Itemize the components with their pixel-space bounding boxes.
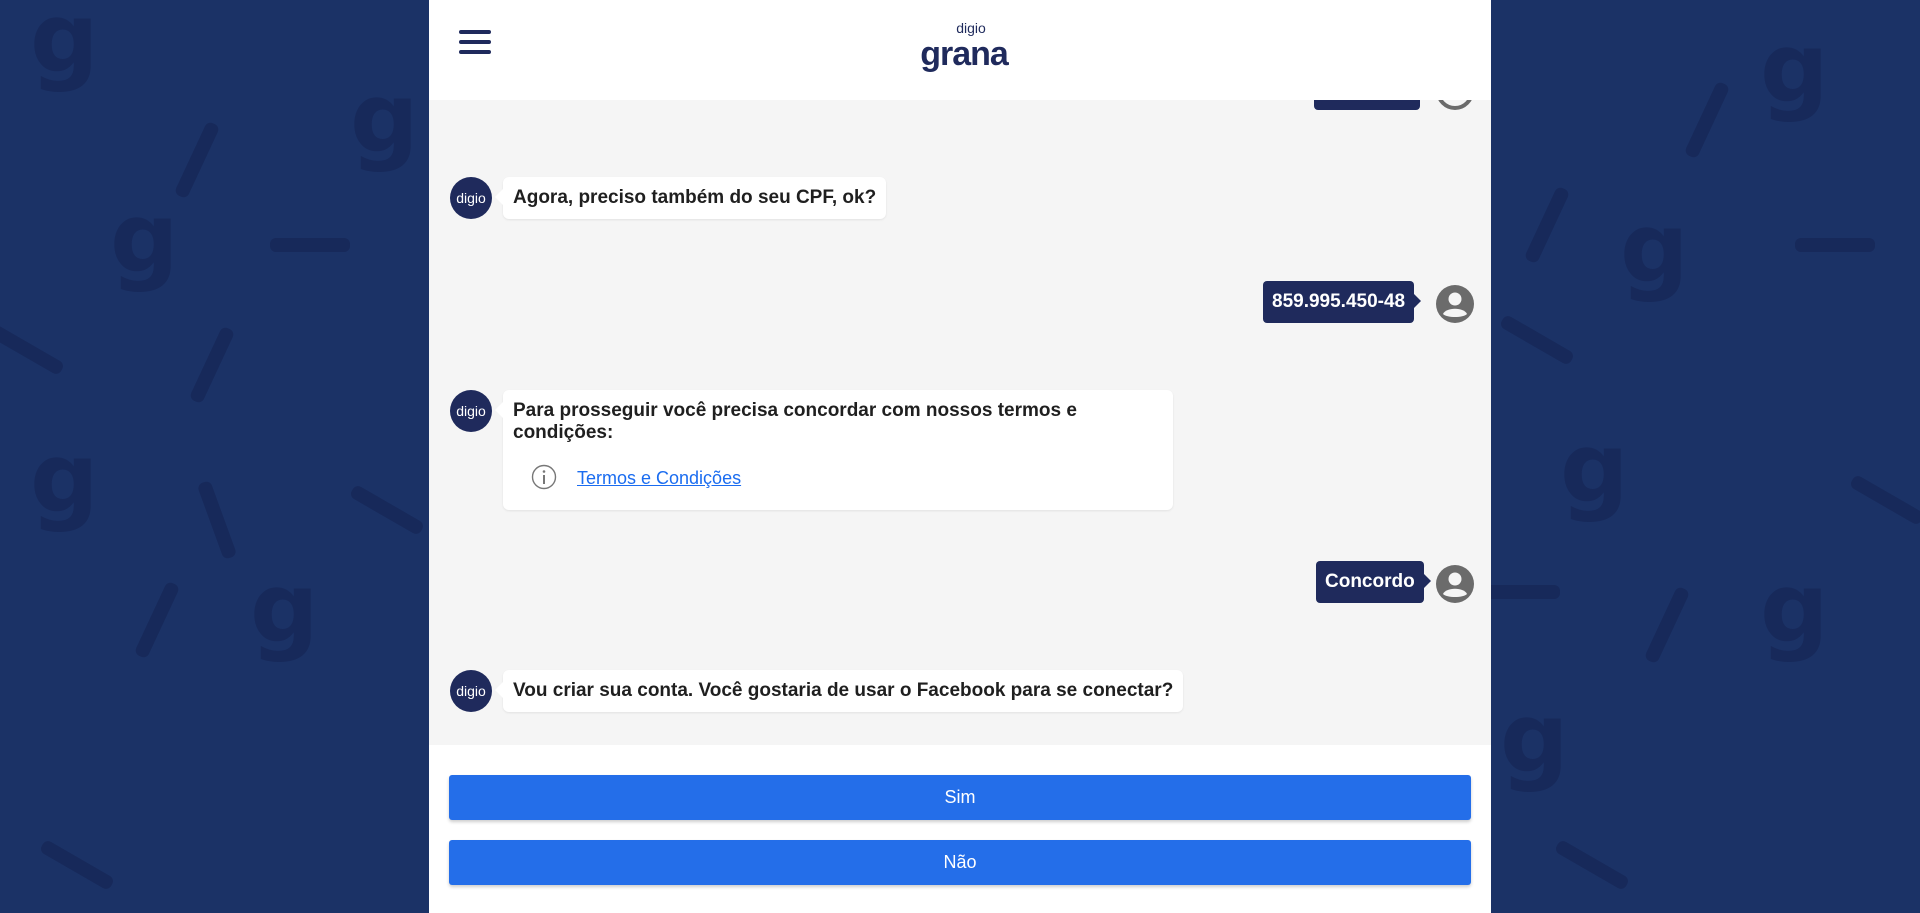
terms-and-conditions-link[interactable]: Termos e Condições — [577, 468, 741, 489]
pattern-bar — [1643, 585, 1691, 665]
pattern-bar — [0, 323, 66, 377]
pattern-glyph: g — [1500, 682, 1569, 794]
pattern-bar — [1683, 80, 1731, 160]
pattern-bar — [270, 238, 350, 252]
pattern-glyph: g — [1620, 192, 1689, 304]
pattern-glyph: g — [30, 422, 99, 534]
bot-message-text: Vou criar sua conta. Você gostaria de us… — [513, 680, 1174, 701]
pattern-glyph: g — [250, 552, 319, 664]
pattern-bar — [348, 483, 426, 537]
pattern-bar — [188, 325, 236, 405]
pattern-bar — [133, 580, 181, 660]
pattern-glyph: g — [1760, 552, 1829, 664]
yes-button[interactable]: Sim — [449, 775, 1471, 820]
no-button[interactable]: Não — [449, 840, 1471, 885]
bot-message-text: Para prosseguir você precisa concordar c… — [513, 400, 1077, 443]
pattern-glyph: g — [1760, 12, 1829, 124]
hamburger-menu-icon[interactable] — [459, 28, 491, 56]
pattern-glyph: g — [1560, 412, 1629, 524]
pattern-bar — [38, 838, 116, 892]
pattern-glyph: g — [110, 182, 179, 294]
user-avatar-icon — [1436, 285, 1474, 323]
pattern-bar — [1498, 313, 1576, 367]
bot-avatar: digio — [450, 670, 492, 712]
pattern-bar — [1553, 838, 1631, 892]
pattern-bar — [196, 480, 238, 560]
user-message: 859.995.450-48 — [1263, 281, 1422, 323]
user-avatar-icon — [1436, 565, 1474, 603]
logo-big-text: grana — [920, 35, 1009, 73]
top-bar: digio grana — [429, 0, 1491, 100]
pattern-bar — [1795, 238, 1875, 252]
pattern-bar — [1523, 185, 1571, 265]
bot-message: Vou criar sua conta. Você gostaria de us… — [494, 670, 1184, 712]
bot-avatar: digio — [450, 390, 492, 432]
pattern-glyph: g — [350, 62, 419, 174]
digio-grana-logo: digio grana — [914, 20, 1014, 75]
user-message: Concordo — [1316, 561, 1431, 603]
terms-row: Termos e Condições — [513, 464, 1163, 498]
pattern-bar — [1480, 585, 1560, 599]
info-icon — [531, 464, 557, 490]
pattern-bar — [173, 120, 221, 200]
pattern-bar — [1848, 473, 1920, 527]
chat-conversation: digio Agora, preciso também do seu CPF, … — [429, 0, 1491, 745]
bot-message-text: Agora, preciso também do seu CPF, ok? — [513, 187, 877, 208]
quick-reply-actions: Sim Não — [429, 745, 1491, 913]
bot-message: Agora, preciso também do seu CPF, ok? — [494, 177, 887, 219]
chat-app-window: digio Agora, preciso também do seu CPF, … — [429, 0, 1491, 913]
logo-small-text: digio — [956, 20, 986, 36]
bot-message: Para prosseguir você precisa concordar c… — [495, 390, 1173, 510]
pattern-glyph: g — [30, 0, 99, 94]
bot-avatar: digio — [450, 177, 492, 219]
